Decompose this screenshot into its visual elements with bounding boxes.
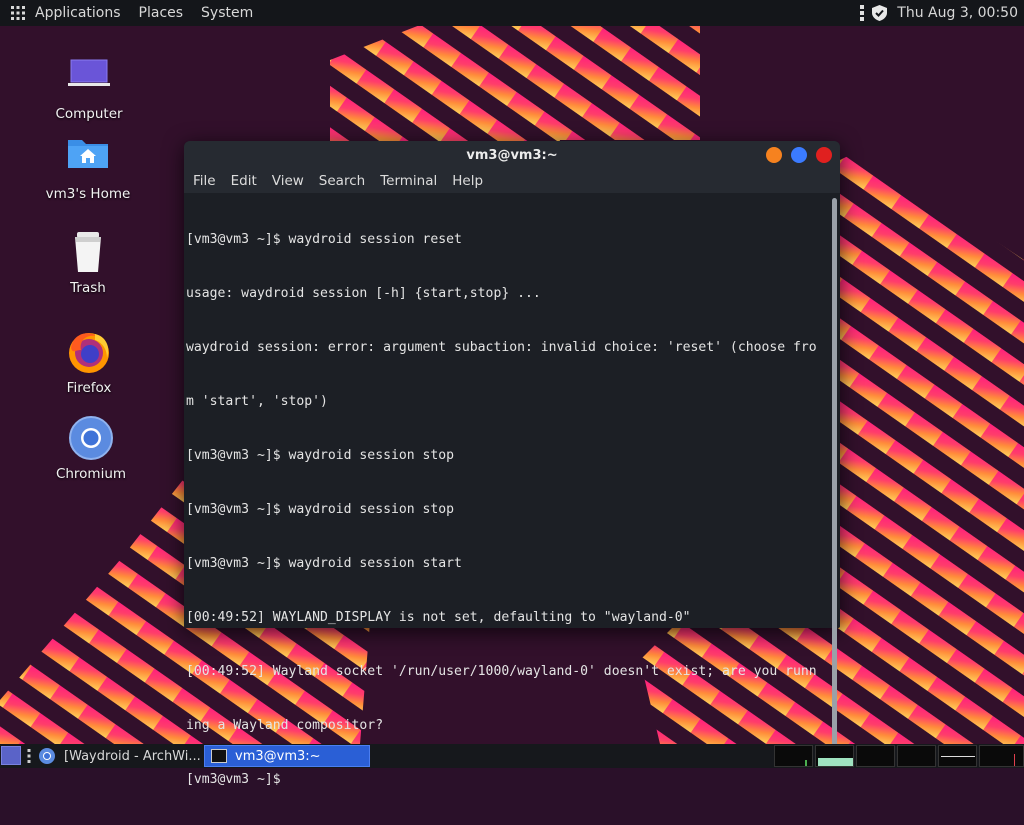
desktop-icon-label: Firefox xyxy=(66,380,112,396)
cpu-monitor[interactable] xyxy=(774,745,813,767)
desktop-icon-chromium[interactable]: Chromium xyxy=(36,414,146,482)
swap-monitor[interactable] xyxy=(856,745,895,767)
task-label: vm3@vm3:~ xyxy=(235,748,321,764)
close-button[interactable] xyxy=(816,147,832,163)
terminal-prompt-line: [vm3@vm3 ~]$ xyxy=(186,772,289,787)
desktop-icon-computer[interactable]: Computer xyxy=(34,54,144,122)
taskbar-item-waydroid[interactable]: [Waydroid - ArchWi... xyxy=(58,745,201,767)
memory-monitor[interactable] xyxy=(815,745,854,767)
shield-icon[interactable] xyxy=(872,5,888,21)
desktop-icon-label: Chromium xyxy=(55,466,127,482)
taskbar-item-terminal[interactable]: vm3@vm3:~ xyxy=(204,745,370,767)
menu-applications[interactable]: Applications xyxy=(35,5,121,21)
terminal-line: [vm3@vm3 ~]$ waydroid session stop xyxy=(186,502,455,517)
show-desktop-button[interactable] xyxy=(1,746,21,765)
menu-view[interactable]: View xyxy=(272,173,304,189)
maximize-button[interactable] xyxy=(791,147,807,163)
terminal-line: [00:49:52] WAYLAND_DISPLAY is not set, d… xyxy=(186,610,691,625)
top-panel: Applications Places System Thu Aug 3, 00… xyxy=(0,0,1024,26)
window-controls xyxy=(766,147,832,163)
terminal-line: usage: waydroid session [-h] {start,stop… xyxy=(186,286,541,301)
terminal-line: [vm3@vm3 ~]$ waydroid session start xyxy=(186,556,462,571)
vertical-dots-icon[interactable] xyxy=(860,5,865,21)
terminal-line: [00:49:52] Wayland socket '/run/user/100… xyxy=(186,664,817,679)
desktop-icon-label: Trash xyxy=(70,280,106,296)
network-monitor[interactable] xyxy=(897,745,936,767)
menu-places[interactable]: Places xyxy=(139,5,184,21)
desktop-icon-home[interactable]: vm3's Home xyxy=(33,134,143,202)
terminal-line: waydroid session: error: argument subact… xyxy=(186,340,817,355)
terminal-line: m 'start', 'stop') xyxy=(186,394,328,409)
disk-monitor[interactable] xyxy=(979,745,1024,767)
desktop-icon-firefox[interactable]: Firefox xyxy=(34,328,144,396)
terminal-window[interactable]: vm3@vm3:~ File Edit View Search Terminal… xyxy=(184,141,840,787)
clock[interactable]: Thu Aug 3, 00:50 xyxy=(897,5,1018,21)
vertical-dots-icon[interactable] xyxy=(27,748,32,764)
load-monitor[interactable] xyxy=(938,745,977,767)
bottom-taskbar: [Waydroid - ArchWi... vm3@vm3:~ xyxy=(0,744,1024,768)
terminal-line: [vm3@vm3 ~]$ waydroid session reset xyxy=(186,232,462,247)
home-folder-icon xyxy=(68,140,108,168)
menu-search[interactable]: Search xyxy=(319,173,365,189)
computer-icon xyxy=(68,59,110,86)
chromium-launcher-icon[interactable] xyxy=(38,747,56,765)
desktop-icon-trash[interactable]: Trash xyxy=(33,228,143,296)
menu-file[interactable]: File xyxy=(193,173,216,189)
apps-grid-icon[interactable] xyxy=(11,6,25,20)
trash-icon xyxy=(75,232,101,272)
minimize-button[interactable] xyxy=(766,147,782,163)
terminal-scrollbar[interactable] xyxy=(832,198,837,764)
terminal-menubar: File Edit View Search Terminal Help xyxy=(184,169,840,193)
firefox-icon xyxy=(69,333,109,373)
window-title: vm3@vm3:~ xyxy=(466,147,558,163)
chromium-icon xyxy=(69,416,113,460)
terminal-output[interactable]: [vm3@vm3 ~]$ waydroid session reset usag… xyxy=(184,193,840,787)
terminal-icon xyxy=(211,749,227,763)
window-titlebar[interactable]: vm3@vm3:~ xyxy=(184,141,840,169)
desktop-icon-label: Computer xyxy=(55,106,123,122)
menu-terminal[interactable]: Terminal xyxy=(380,173,437,189)
task-label: [Waydroid - ArchWi... xyxy=(64,748,201,764)
desktop-icon-label: vm3's Home xyxy=(45,186,131,202)
terminal-line: [vm3@vm3 ~]$ waydroid session stop xyxy=(186,448,455,463)
menu-edit[interactable]: Edit xyxy=(231,173,257,189)
system-tray: Thu Aug 3, 00:50 xyxy=(860,5,1024,21)
terminal-line: ing a Wayland compositor? xyxy=(186,718,384,733)
panel-menu: Applications Places System xyxy=(35,0,271,26)
menu-help[interactable]: Help xyxy=(452,173,483,189)
menu-system[interactable]: System xyxy=(201,5,253,21)
system-monitors xyxy=(774,745,1024,767)
